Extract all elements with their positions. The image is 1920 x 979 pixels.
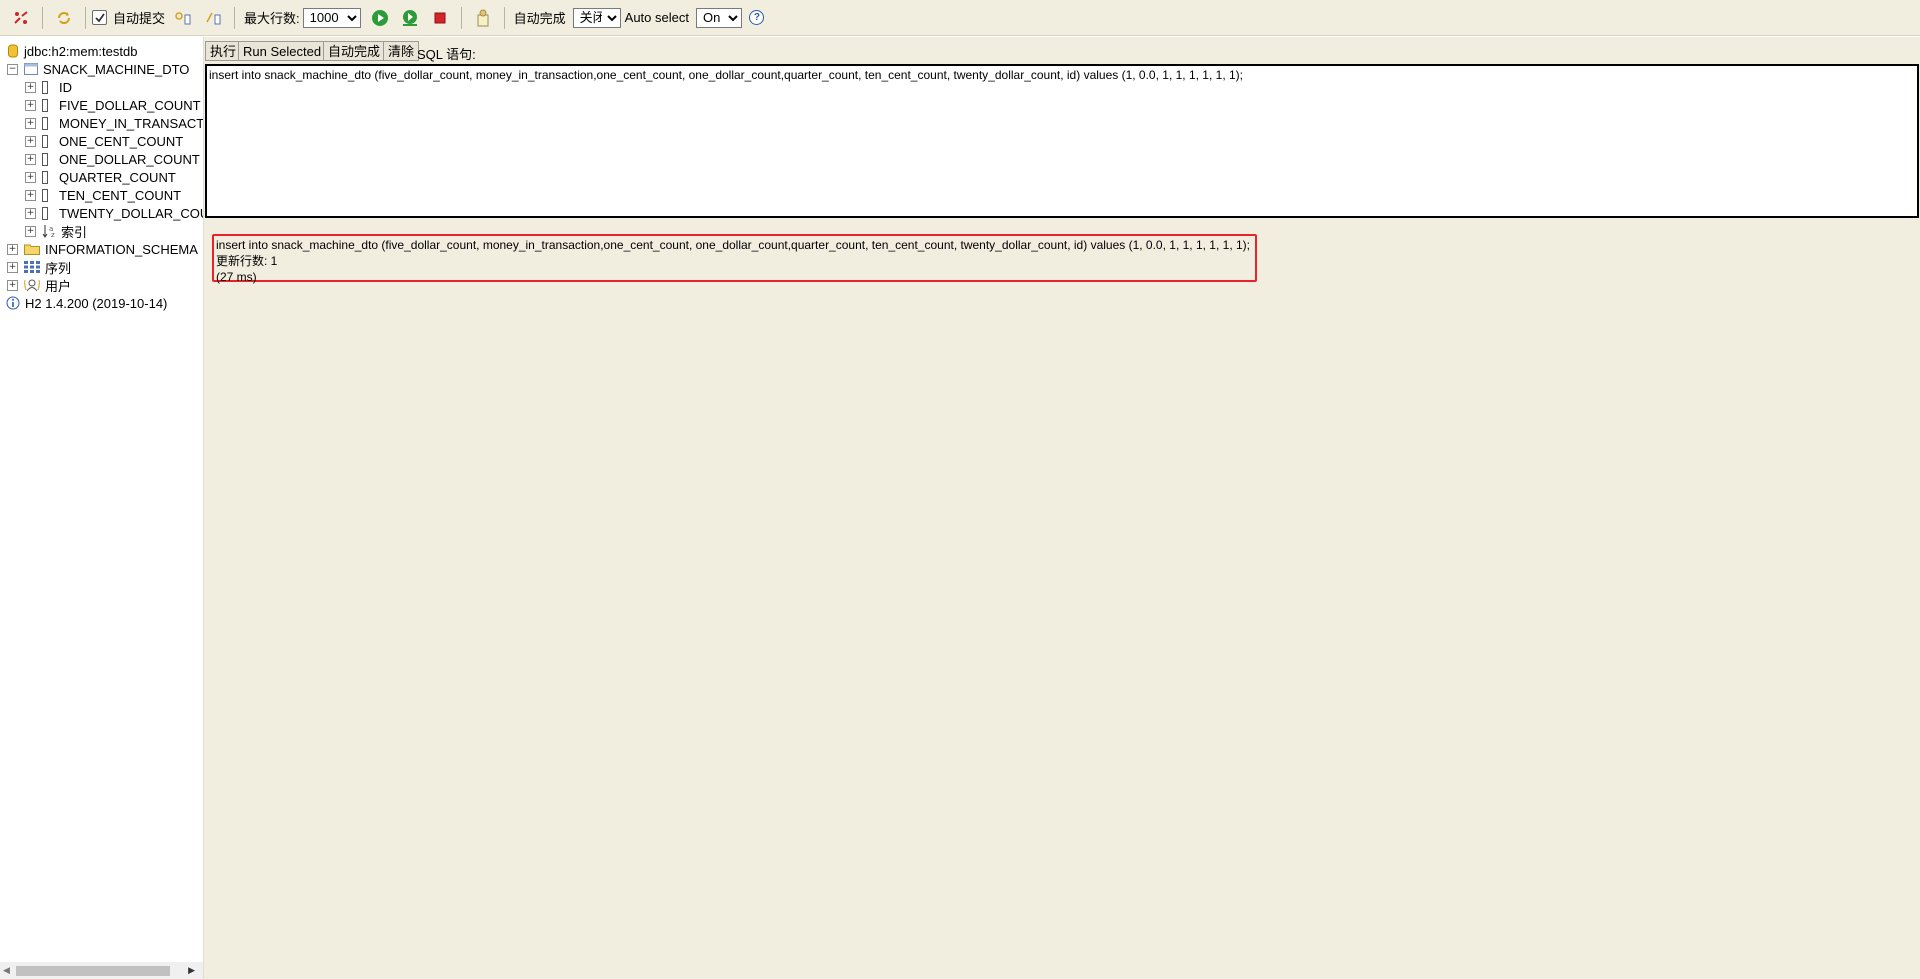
version-label: H2 1.4.200 (2019-10-14) xyxy=(25,295,168,311)
column-label: TWENTY_DOLLAR_COU xyxy=(59,205,204,221)
tree-column[interactable]: + ID xyxy=(25,78,72,96)
expand-icon[interactable]: + xyxy=(7,279,18,291)
toolbar: 自动提交 最大行数: 1000 自动完成 关闭 Auto select On ? xyxy=(0,0,1920,36)
history-icon[interactable] xyxy=(472,7,494,29)
column-icon xyxy=(42,98,48,112)
indexes-label: 索引 xyxy=(61,224,88,240)
expand-icon[interactable]: + xyxy=(25,207,36,219)
max-rows-label: 最大行数: xyxy=(244,11,300,26)
column-label: FIVE_DOLLAR_COUNT xyxy=(59,97,201,113)
help-glyph: ? xyxy=(749,10,765,25)
column-icon xyxy=(42,188,48,202)
sequence-icon xyxy=(24,261,40,273)
commit-icon[interactable] xyxy=(172,7,194,29)
tree-users[interactable]: + 用户 xyxy=(7,276,71,294)
result-statement: insert into snack_machine_dto (five_doll… xyxy=(216,238,1250,252)
database-icon xyxy=(8,44,18,58)
autocomplete-button[interactable]: 自动完成 xyxy=(323,41,386,61)
refresh-icon[interactable] xyxy=(53,7,75,29)
info-icon xyxy=(6,296,20,310)
run-icon[interactable] xyxy=(369,7,391,29)
toolbar-separator xyxy=(85,6,86,29)
table-label: SNACK_MACHINE_DTO xyxy=(43,61,190,77)
folder-icon xyxy=(24,244,40,255)
users-label: 用户 xyxy=(45,278,72,294)
column-label: QUARTER_COUNT xyxy=(59,169,176,185)
sql-panel: 执行 Run Selected 自动完成 清除 SQL 语句: insert i… xyxy=(204,37,1920,979)
toolbar-separator xyxy=(460,6,462,29)
column-label: ID xyxy=(59,79,72,95)
tree-horizontal-scrollbar[interactable]: ◀ ▶ xyxy=(0,962,203,979)
column-icon xyxy=(42,134,48,148)
tree-column[interactable]: + MONEY_IN_TRANSACTI xyxy=(25,114,204,132)
tree-sequences[interactable]: + 序列 xyxy=(7,258,71,276)
expand-icon[interactable]: + xyxy=(25,171,36,183)
information-schema-label: INFORMATION_SCHEMA xyxy=(45,241,198,257)
expand-icon[interactable]: + xyxy=(7,243,18,255)
object-tree: jdbc:h2:mem:testdb − SNACK_MACHINE_DTO +… xyxy=(0,37,204,979)
index-icon: az xyxy=(42,225,55,238)
result-update-count: 更新行数: 1 xyxy=(216,254,278,268)
disconnect-icon[interactable] xyxy=(10,7,32,29)
run-selected-button[interactable]: Run Selected xyxy=(238,41,327,61)
autocommit-checkbox[interactable] xyxy=(92,10,107,25)
toolbar-separator xyxy=(42,6,43,29)
autocomplete-select[interactable]: 关闭 xyxy=(572,7,621,28)
users-icon xyxy=(24,279,40,292)
expand-icon[interactable]: + xyxy=(25,225,36,237)
auto-select-label: Auto select xyxy=(624,10,689,25)
expand-icon[interactable]: + xyxy=(7,261,18,273)
tree-column[interactable]: + TEN_CENT_COUNT xyxy=(25,186,181,204)
sequences-label: 序列 xyxy=(45,260,72,276)
result-output: insert into snack_machine_dto (five_doll… xyxy=(212,234,1257,284)
column-label: ONE_DOLLAR_COUNT xyxy=(59,151,200,167)
expand-icon[interactable]: + xyxy=(25,81,36,93)
tree-column[interactable]: + QUARTER_COUNT xyxy=(25,168,176,186)
sql-editor[interactable]: insert into snack_machine_dto (five_doll… xyxy=(205,64,1919,218)
execute-button[interactable]: 执行 xyxy=(205,41,242,61)
tree-connection[interactable]: jdbc:h2:mem:testdb xyxy=(8,42,137,60)
column-label: ONE_CENT_COUNT xyxy=(59,133,184,149)
tree-column[interactable]: + ONE_CENT_COUNT xyxy=(25,132,183,150)
autocomplete-label: 自动完成 xyxy=(513,11,566,26)
tree-column[interactable]: + FIVE_DOLLAR_COUNT xyxy=(25,96,201,114)
table-icon xyxy=(24,63,38,75)
column-icon xyxy=(42,170,48,184)
result-duration: (27 ms) xyxy=(216,270,257,284)
sql-statement-label: SQL 语句: xyxy=(417,47,476,62)
expand-icon[interactable]: + xyxy=(25,153,36,165)
rollback-icon[interactable] xyxy=(202,7,224,29)
tree-table[interactable]: − SNACK_MACHINE_DTO xyxy=(7,60,189,78)
auto-select-select[interactable]: On xyxy=(695,7,742,28)
column-icon xyxy=(42,152,48,166)
svg-text:z: z xyxy=(51,231,55,238)
column-icon xyxy=(42,116,48,130)
scroll-left-icon[interactable]: ◀ xyxy=(3,965,10,976)
stop-icon[interactable] xyxy=(429,7,451,29)
help-icon[interactable]: ? xyxy=(746,7,768,29)
column-icon xyxy=(42,80,48,94)
expand-icon[interactable]: + xyxy=(25,189,36,201)
expand-icon[interactable]: + xyxy=(25,117,36,129)
scrollbar-thumb[interactable] xyxy=(16,966,170,976)
run-selected-icon[interactable] xyxy=(399,7,421,29)
clear-button[interactable]: 清除 xyxy=(383,41,420,61)
tree-column[interactable]: + ONE_DOLLAR_COUNT xyxy=(25,150,200,168)
toolbar-separator xyxy=(503,6,505,29)
scroll-right-icon[interactable]: ▶ xyxy=(188,965,195,976)
collapse-icon[interactable]: − xyxy=(7,63,18,75)
max-rows-select[interactable]: 1000 xyxy=(302,7,361,28)
tree-indexes[interactable]: + az 索引 xyxy=(25,222,87,240)
autocommit-label: 自动提交 xyxy=(113,11,166,26)
tree-column[interactable]: + TWENTY_DOLLAR_COU xyxy=(25,204,204,222)
column-label: MONEY_IN_TRANSACTI xyxy=(59,115,204,131)
tree-information-schema[interactable]: + INFORMATION_SCHEMA xyxy=(7,240,198,258)
expand-icon[interactable]: + xyxy=(25,99,36,111)
toolbar-separator xyxy=(234,6,236,29)
column-icon xyxy=(42,206,48,220)
column-label: TEN_CENT_COUNT xyxy=(59,187,182,203)
tree-version: H2 1.4.200 (2019-10-14) xyxy=(6,294,167,312)
expand-icon[interactable]: + xyxy=(25,135,36,147)
connection-label: jdbc:h2:mem:testdb xyxy=(24,43,138,59)
